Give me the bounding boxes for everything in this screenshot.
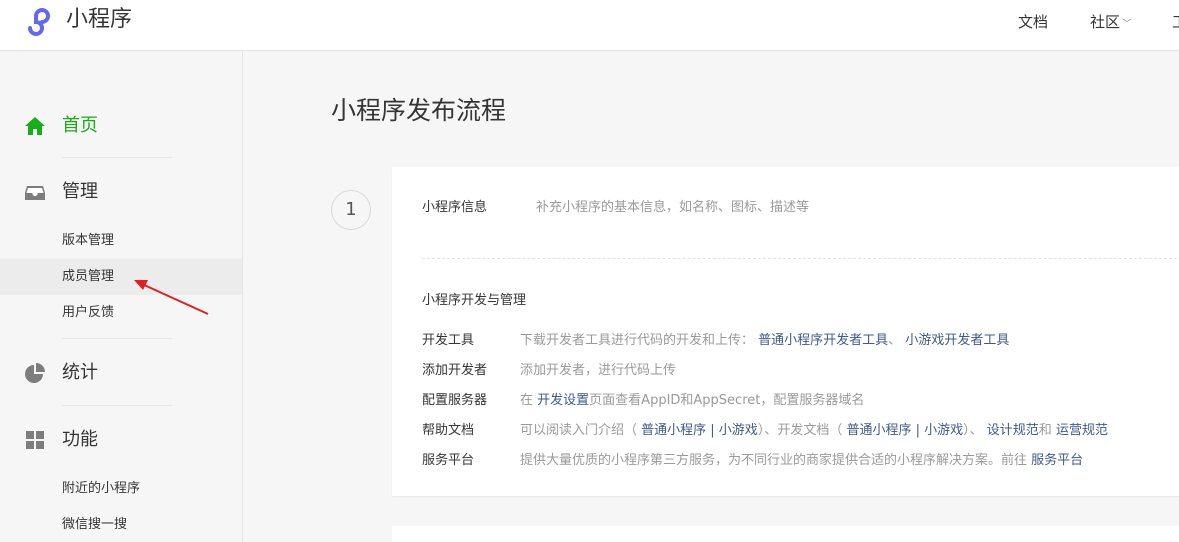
sidebar-item-home[interactable]: 首页	[24, 112, 224, 140]
row-label: 服务平台	[422, 453, 475, 468]
brand-name[interactable]: 小程序	[66, 4, 132, 36]
sidebar-item-label: 版本管理	[62, 233, 115, 248]
link-dev-docs[interactable]: 普通小程序 | 小游戏	[846, 423, 963, 438]
sidebar-item-features[interactable]: 功能	[24, 426, 224, 454]
row-desc-text: 可以阅读入门介绍（	[520, 423, 638, 438]
home-icon	[25, 117, 45, 135]
row-desc-text: ）、	[963, 423, 983, 438]
sidebar-item-label: 附近的小程序	[62, 481, 141, 496]
row-desc-prefix: 在	[520, 393, 534, 408]
inbox-icon	[25, 186, 45, 200]
chevron-down-icon: ﹀	[1122, 19, 1133, 30]
row-desc-text: ）、开发文档（	[757, 423, 843, 438]
sidebar-divider	[62, 157, 172, 158]
row-desc: 下载开发者工具进行代码的开发和上传： 普通小程序开发者工具、 小游戏开发者工具	[520, 331, 1009, 351]
row-label: 配置服务器	[422, 393, 488, 408]
row-desc: 添加开发者，进行代码上传	[520, 363, 677, 378]
sidebar-item-label: 成员管理	[62, 269, 115, 284]
row-desc-text: 提供大量优质的小程序第三方服务，为不同行业的商家提供合适的小程序解决方案。前往	[520, 453, 1028, 468]
pie-chart-icon	[25, 363, 45, 383]
sidebar-item-label: 微信搜一搜	[62, 517, 128, 532]
row-desc-text: 页面查看AppID和AppSecret，配置服务器域名	[589, 393, 865, 408]
sidebar-item-label: 管理	[62, 181, 98, 202]
sidebar-item-nearby-miniprogram[interactable]: 附近的小程序	[0, 471, 242, 507]
nav-tools-label: 工	[1172, 13, 1179, 31]
sidebar-divider	[62, 405, 172, 406]
section-title: 小程序开发与管理	[422, 293, 527, 308]
sidebar-item-label: 统计	[62, 362, 98, 383]
step-card: 小程序信息 补充小程序的基本信息，如名称、图标、描述等 小程序开发与管理 开发工…	[392, 167, 1179, 496]
row-label: 添加开发者	[422, 363, 488, 378]
miniprogram-logo-icon[interactable]	[24, 6, 60, 36]
link-dev-settings[interactable]: 开发设置	[537, 393, 589, 408]
sidebar-divider	[62, 338, 172, 339]
nav-community[interactable]: 社区 ﹀	[1090, 11, 1132, 36]
sidebar-item-label: 功能	[62, 429, 98, 450]
page-title: 小程序发布流程	[331, 96, 507, 125]
link-minigame-devtools[interactable]: 小游戏开发者工具	[905, 333, 1009, 348]
row-desc-text: 和	[1038, 423, 1052, 438]
link-service-platform[interactable]: 服务平台	[1031, 453, 1083, 468]
row-desc-text: 下载开发者工具进行代码的开发和上传：	[520, 333, 755, 348]
link-design-spec[interactable]: 设计规范	[987, 423, 1039, 438]
step-number-badge: 1	[331, 190, 371, 230]
row-desc: 可以阅读入门介绍（ 普通小程序 | 小游戏）、开发文档（ 普通小程序 | 小游戏…	[520, 421, 1108, 441]
info-desc: 补充小程序的基本信息，如名称、图标、描述等	[536, 200, 810, 215]
nav-community-label: 社区	[1090, 13, 1121, 31]
separator-text: 、	[888, 333, 902, 348]
row-label: 帮助文档	[422, 423, 475, 438]
sidebar-item-label: 首页	[62, 115, 98, 136]
sidebar-item-label: 用户反馈	[62, 305, 115, 320]
row-desc: 提供大量优质的小程序第三方服务，为不同行业的商家提供合适的小程序解决方案。前往 …	[520, 451, 1083, 471]
next-step-card	[392, 526, 1179, 542]
sidebar-item-stats[interactable]: 统计	[24, 359, 224, 387]
link-miniprogram-devtools[interactable]: 普通小程序开发者工具	[758, 333, 888, 348]
row-desc: 在 开发设置页面查看AppID和AppSecret，配置服务器域名	[520, 391, 864, 411]
sidebar-item-manage[interactable]: 管理	[24, 178, 224, 206]
grid-icon	[26, 431, 44, 449]
nav-docs[interactable]: 文档	[1018, 11, 1048, 33]
sidebar-item-wechat-search[interactable]: 微信搜一搜	[0, 507, 242, 542]
link-intro-docs[interactable]: 普通小程序 | 小游戏	[641, 423, 758, 438]
dashed-divider	[422, 258, 1179, 259]
top-header: 小程序 文档 社区﹀ 工	[0, 0, 1179, 51]
red-arrow-icon	[134, 280, 209, 315]
nav-tools[interactable]: 工	[1172, 11, 1179, 33]
info-label: 小程序信息	[422, 200, 488, 215]
link-operation-spec[interactable]: 运营规范	[1056, 423, 1108, 438]
nav-docs-label: 文档	[1018, 13, 1049, 31]
row-label: 开发工具	[422, 333, 475, 348]
sidebar-item-version-manage[interactable]: 版本管理	[0, 223, 242, 259]
